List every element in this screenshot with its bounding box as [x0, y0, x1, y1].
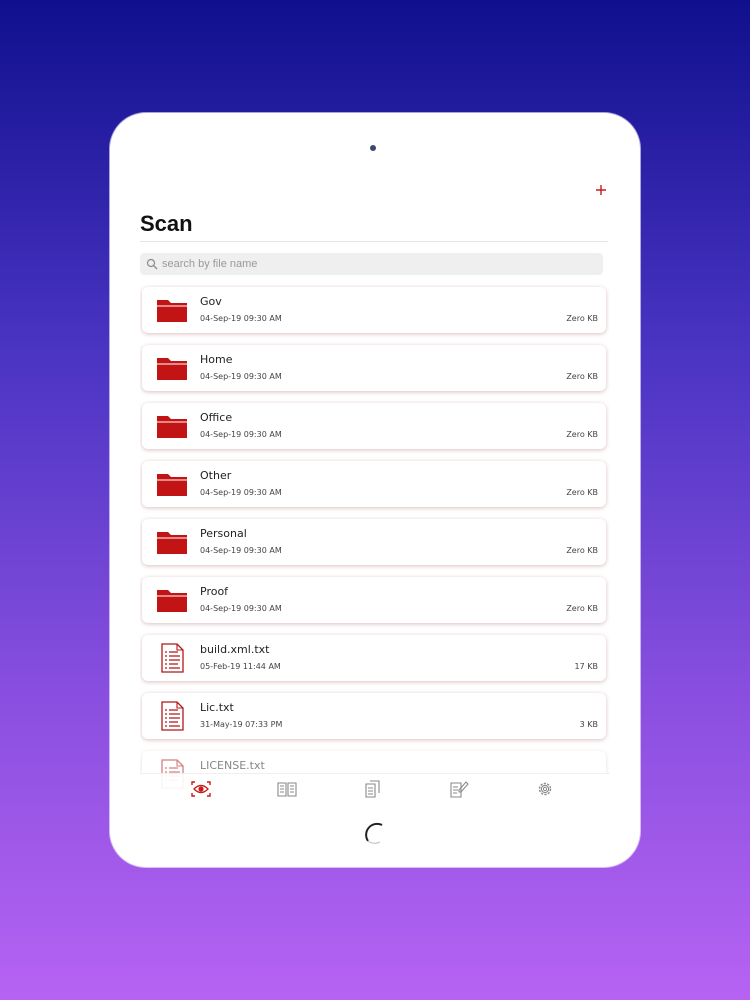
folder-icon — [157, 416, 187, 438]
file-size: Zero KB — [566, 430, 598, 439]
scan-eye-icon — [191, 781, 211, 797]
tab-documents[interactable] — [362, 780, 384, 798]
file-name: LICENSE.txt — [200, 759, 265, 772]
file-size: Zero KB — [566, 546, 598, 555]
tab-bar — [140, 773, 610, 805]
file-row-other[interactable]: Other 04-Sep-19 09:30 AM Zero KB — [142, 461, 606, 507]
file-date: 04-Sep-19 09:30 AM — [200, 604, 282, 613]
home-button-icon — [365, 822, 383, 844]
search-input[interactable] — [162, 258, 582, 270]
file-name: Office — [200, 411, 233, 424]
file-size: 3 KB — [579, 720, 598, 729]
file-name: Other — [200, 469, 232, 482]
file-date: 04-Sep-19 09:30 AM — [200, 430, 282, 439]
file-row-personal[interactable]: Personal 04-Sep-19 09:30 AM Zero KB — [142, 519, 606, 565]
file-list: Gov 04-Sep-19 09:30 AM Zero KB Home 04-S… — [140, 287, 608, 797]
file-row-gov[interactable]: Gov 04-Sep-19 09:30 AM Zero KB — [142, 287, 606, 333]
page-title: Scan — [140, 211, 193, 236]
file-name: Lic.txt — [200, 701, 234, 714]
tablet-frame: Scan Gov 04-Sep-19 09:30 AM Zero KB — [110, 113, 640, 867]
document-icon — [161, 643, 184, 673]
app-screen: Scan Gov 04-Sep-19 09:30 AM Zero KB — [140, 175, 610, 805]
title-divider — [140, 241, 608, 242]
documents-icon — [365, 780, 380, 798]
front-camera — [370, 145, 376, 151]
file-size: Zero KB — [566, 314, 598, 323]
search-bar[interactable] — [140, 253, 603, 275]
folder-icon — [157, 358, 187, 380]
file-date: 31-May-19 07:33 PM — [200, 720, 283, 729]
file-name: build.xml.txt — [200, 643, 270, 656]
gear-icon — [538, 782, 552, 796]
file-date: 04-Sep-19 09:30 AM — [200, 372, 282, 381]
folder-icon — [157, 300, 187, 322]
file-date: 04-Sep-19 09:30 AM — [200, 488, 282, 497]
book-icon — [277, 782, 297, 797]
file-row-build-xml[interactable]: build.xml.txt 05-Feb-19 11:44 AM 17 KB — [142, 635, 606, 681]
folder-icon — [157, 474, 187, 496]
plus-icon — [596, 185, 606, 195]
file-date: 04-Sep-19 09:30 AM — [200, 546, 282, 555]
file-row-lic[interactable]: Lic.txt 31-May-19 07:33 PM 3 KB — [142, 693, 606, 739]
file-row-proof[interactable]: Proof 04-Sep-19 09:30 AM Zero KB — [142, 577, 606, 623]
edit-notes-icon — [450, 781, 469, 798]
file-name: Home — [200, 353, 233, 366]
file-size: Zero KB — [566, 372, 598, 381]
tab-scan[interactable] — [190, 780, 212, 798]
file-name: Proof — [200, 585, 229, 598]
document-icon — [161, 701, 184, 731]
file-size: 17 KB — [574, 662, 598, 671]
file-date: 04-Sep-19 09:30 AM — [200, 314, 282, 323]
file-row-office[interactable]: Office 04-Sep-19 09:30 AM Zero KB — [142, 403, 606, 449]
file-name: Gov — [200, 295, 222, 308]
tab-settings[interactable] — [534, 780, 556, 798]
add-button[interactable] — [592, 181, 610, 199]
file-row-home[interactable]: Home 04-Sep-19 09:30 AM Zero KB — [142, 345, 606, 391]
home-button[interactable] — [358, 817, 390, 849]
file-size: Zero KB — [566, 604, 598, 613]
file-date: 05-Feb-19 11:44 AM — [200, 662, 281, 671]
tab-edit-notes[interactable] — [448, 780, 470, 798]
file-name: Personal — [200, 527, 247, 540]
folder-icon — [157, 590, 187, 612]
folder-icon — [157, 532, 187, 554]
file-size: Zero KB — [566, 488, 598, 497]
search-icon — [146, 258, 158, 270]
tab-book[interactable] — [276, 780, 298, 798]
